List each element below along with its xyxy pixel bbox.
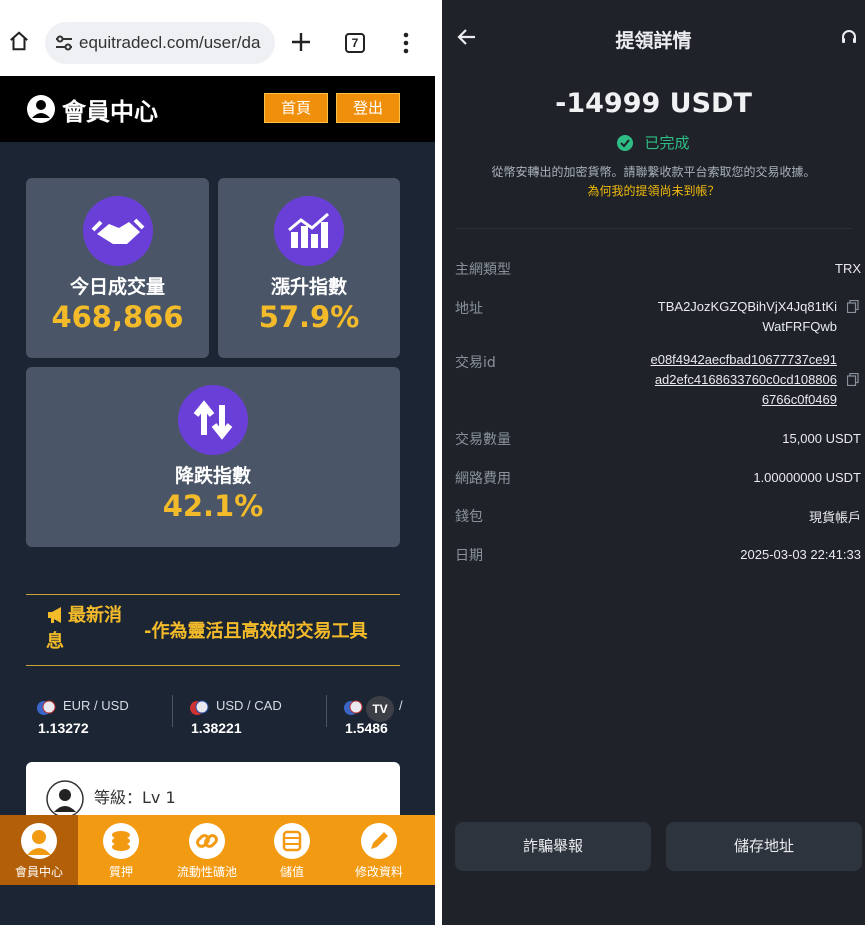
link-icon bbox=[189, 823, 225, 859]
member-level: 等級：Lv 1 bbox=[94, 788, 176, 807]
nav-edit-profile[interactable]: 修改資料 bbox=[332, 815, 426, 885]
nav-pledge[interactable]: 質押 bbox=[80, 815, 162, 885]
pencil-icon bbox=[361, 823, 397, 859]
address-line: WatFRFQwb bbox=[762, 319, 837, 334]
date-value: 2025-03-03 22:41:33 bbox=[740, 547, 861, 562]
user-icon bbox=[21, 823, 57, 859]
wallet-label: 錢包 bbox=[455, 509, 483, 525]
ticker-price: 1.13272 bbox=[38, 720, 89, 734]
stat-value: 468,866 bbox=[51, 300, 184, 334]
user-circle-icon bbox=[27, 95, 55, 123]
handshake-icon bbox=[83, 196, 153, 266]
ticker-usd-cad[interactable]: USD / CAD 1.38221 bbox=[189, 694, 329, 734]
eur-usd-flag-icon bbox=[37, 700, 56, 715]
withdraw-amount: -14999 USDT bbox=[555, 88, 752, 119]
up-down-arrows-icon bbox=[178, 385, 248, 455]
stat-value: 57.9% bbox=[258, 300, 360, 334]
nav-member-center[interactable]: 會員中心 bbox=[0, 815, 78, 885]
nav-label: 質押 bbox=[108, 865, 133, 879]
fee-label: 網路費用 bbox=[455, 471, 511, 487]
tradingview-logo: TV bbox=[366, 696, 394, 722]
ticker-pair: EUR / USD bbox=[63, 698, 129, 713]
new-tab-icon[interactable] bbox=[290, 31, 312, 53]
status-badge: 已完成 bbox=[644, 134, 690, 152]
report-scam-button[interactable]: 詐騙舉報 bbox=[455, 822, 651, 871]
address-label: 地址 bbox=[455, 301, 483, 317]
nav-label: 修改資料 bbox=[354, 865, 403, 879]
wallet-value: 現貨帳戶 bbox=[808, 511, 861, 526]
coins-icon bbox=[103, 823, 139, 859]
ticker-pair: / bbox=[399, 698, 403, 713]
info-text: 從幣安轉出的加密貨幣。請聯繫收款平台索取您的交易收據。 bbox=[491, 165, 816, 179]
more-menu-icon[interactable] bbox=[400, 32, 412, 54]
member-center-screen: equitradecl.com/user/da 7 會員中心 首頁 登出 今日成… bbox=[0, 0, 435, 925]
quantity-value: 15,000 USDT bbox=[782, 431, 861, 446]
txid-line: 6766c0f0469 bbox=[761, 392, 837, 407]
txid-link[interactable]: e08f4942aecfbad10677737ce91 ad2efc416863… bbox=[650, 350, 837, 410]
screenshot-divider bbox=[435, 0, 442, 925]
fee-value: 1.00000000 USDT bbox=[753, 470, 861, 485]
news-marquee: 最新消息 -作為靈活且高效的交易工具 bbox=[26, 594, 400, 666]
txid-label: 交易id bbox=[455, 355, 496, 371]
ticker-eur-usd[interactable]: EUR / USD 1.13272 bbox=[36, 694, 176, 734]
date-label: 日期 bbox=[455, 548, 483, 564]
stat-label: 漲升指數 bbox=[270, 276, 347, 298]
news-text: -作為靈活且高效的交易工具 bbox=[144, 621, 368, 642]
user-avatar-icon bbox=[46, 780, 84, 818]
section-divider bbox=[456, 228, 852, 229]
copy-icon[interactable] bbox=[847, 300, 859, 313]
check-circle-icon bbox=[617, 134, 634, 151]
currency-flag-icon bbox=[344, 700, 363, 715]
stat-card-volume: 今日成交量 468,866 bbox=[26, 178, 209, 358]
stat-label: 今日成交量 bbox=[69, 276, 165, 298]
txid-line: ad2efc4168633760c0cd108806 bbox=[654, 372, 837, 387]
ticker-price: 1.5486 bbox=[345, 720, 388, 734]
stat-card-up-index: 漲升指數 57.9% bbox=[218, 178, 400, 358]
page-title: 提領詳情 bbox=[615, 30, 692, 52]
quantity-label: 交易數量 bbox=[455, 432, 511, 448]
address-line: TBA2JozKGZQBihVjX4Jq81tKi bbox=[657, 299, 837, 314]
stat-value: 42.1% bbox=[162, 489, 264, 523]
ticker-divider bbox=[172, 695, 173, 727]
tab-switcher-button[interactable]: 7 bbox=[345, 33, 365, 53]
ticker-price: 1.38221 bbox=[191, 720, 242, 734]
copy-icon[interactable] bbox=[847, 373, 859, 386]
network-label: 主網類型 bbox=[455, 262, 511, 278]
member-header: 會員中心 首頁 登出 bbox=[0, 76, 435, 142]
nav-label: 儲值 bbox=[279, 865, 304, 879]
headset-icon[interactable] bbox=[840, 28, 858, 46]
nav-label: 會員中心 bbox=[14, 865, 63, 879]
save-address-button[interactable]: 儲存地址 bbox=[666, 822, 862, 871]
withdrawal-detail-screen: 提領詳情 -14999 USDT 已完成 從幣安轉出的加密貨幣。請聯繫收款平台索… bbox=[442, 0, 865, 925]
chart-up-icon bbox=[274, 196, 344, 266]
nav-liquidity-pool[interactable]: 流動性礦池 bbox=[162, 815, 252, 885]
page-title: 會員中心 bbox=[62, 98, 158, 126]
address-bar[interactable]: equitradecl.com/user/da bbox=[45, 22, 275, 64]
nav-label: 流動性礦池 bbox=[176, 865, 237, 879]
ticker-divider bbox=[326, 695, 327, 727]
txid-line: e08f4942aecfbad10677737ce91 bbox=[650, 352, 837, 367]
logout-button[interactable]: 登出 bbox=[336, 93, 400, 123]
network-value: TRX bbox=[835, 261, 861, 276]
ticker-pair: USD / CAD bbox=[216, 698, 282, 713]
site-settings-icon[interactable] bbox=[55, 35, 73, 51]
stat-card-down-index: 降跌指數 42.1% bbox=[26, 367, 400, 547]
usd-cad-flag-icon bbox=[190, 700, 209, 715]
bottom-navigation: 會員中心 質押 流動性礦池 儲值 修改資料 bbox=[0, 815, 435, 885]
nav-deposit[interactable]: 儲值 bbox=[252, 815, 332, 885]
news-title: 最新消息 bbox=[46, 605, 122, 652]
bottom-safe-area bbox=[0, 885, 435, 925]
why-not-arrived-link[interactable]: 為何我的提領尚未到帳？ bbox=[442, 182, 865, 199]
url-text[interactable]: equitradecl.com/user/da bbox=[79, 33, 271, 53]
stat-label: 降跌指數 bbox=[174, 465, 251, 487]
browser-toolbar: equitradecl.com/user/da 7 bbox=[0, 0, 435, 76]
database-icon bbox=[274, 823, 310, 859]
home-button[interactable]: 首頁 bbox=[264, 93, 328, 123]
address-value: TBA2JozKGZQBihVjX4Jq81tKi WatFRFQwb bbox=[658, 297, 837, 337]
status-row: 已完成 bbox=[442, 132, 865, 153]
home-icon[interactable] bbox=[8, 30, 30, 52]
